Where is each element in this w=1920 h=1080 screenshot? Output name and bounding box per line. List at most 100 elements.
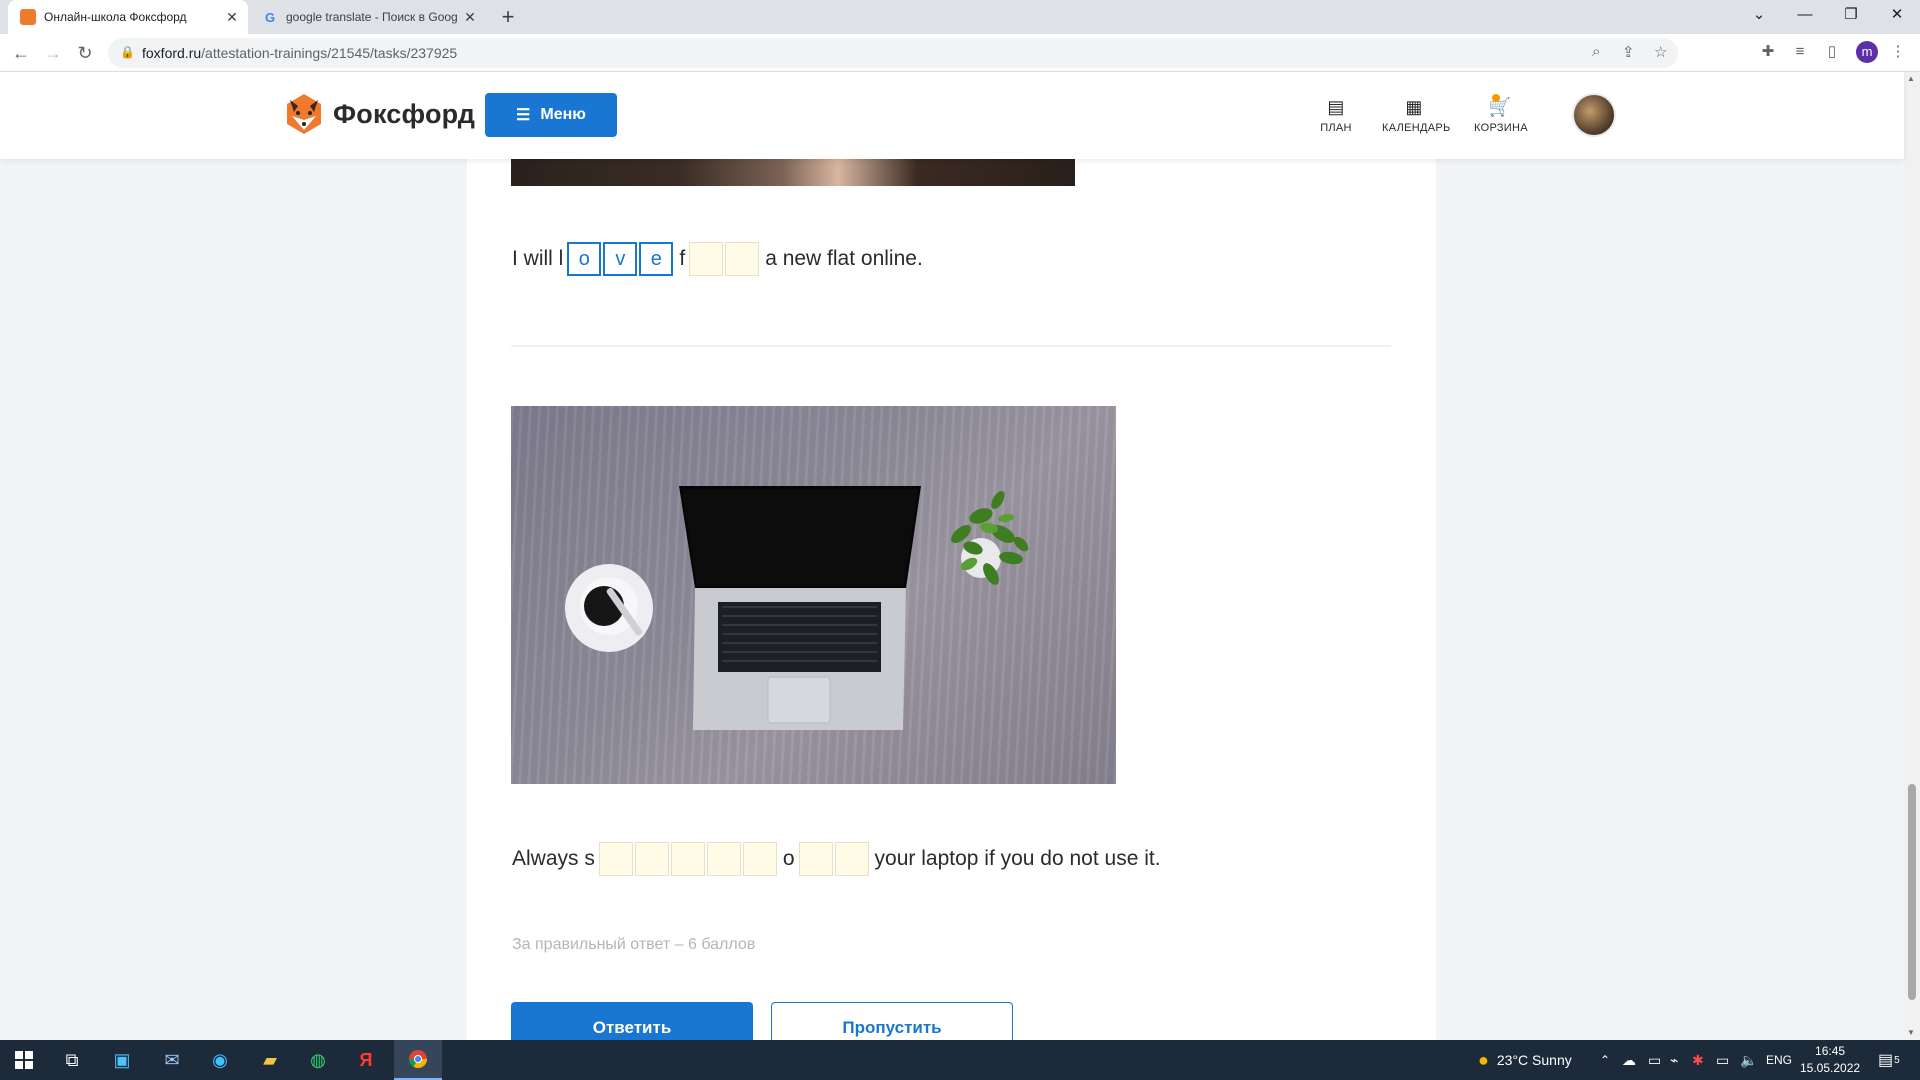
- mail-icon[interactable]: ✉: [148, 1040, 196, 1080]
- forward-icon[interactable]: →: [40, 40, 66, 66]
- profile-avatar[interactable]: m: [1856, 41, 1878, 63]
- whatsapp-icon[interactable]: ◍: [294, 1040, 342, 1080]
- laptop-desk-illustration: [565, 486, 1029, 730]
- side-panel-icon[interactable]: ▯: [1820, 40, 1844, 64]
- chrome-menu-icon[interactable]: ⋮: [1886, 40, 1910, 64]
- file-explorer-icon[interactable]: ▰: [246, 1040, 294, 1080]
- letter-cell[interactable]: [598, 842, 633, 876]
- weather-widget[interactable]: ● 23°C Sunny: [1478, 1040, 1572, 1080]
- reload-icon[interactable]: ↻: [72, 40, 98, 66]
- points-note: За правильный ответ – 6 баллов: [512, 936, 756, 953]
- task-divider: [511, 345, 1391, 347]
- clock-time: 16:45: [1815, 1044, 1846, 1058]
- tab-title: Онлайн-школа Фоксфорд: [44, 10, 187, 24]
- share-icon[interactable]: ⇪: [1622, 43, 1635, 61]
- edge-icon[interactable]: ◉: [196, 1040, 244, 1080]
- fox-favicon-icon: [20, 9, 36, 25]
- network-icon[interactable]: ▭: [1716, 1040, 1729, 1080]
- list-menu-icon: ☰: [516, 107, 531, 124]
- plan-icon: ▤: [1327, 97, 1345, 117]
- clock[interactable]: 16:45 15.05.2022: [1800, 1043, 1860, 1077]
- lock-icon: 🔒: [120, 45, 135, 59]
- cart-icon: 🛒: [1474, 94, 1526, 118]
- letter-cell[interactable]: [689, 242, 724, 276]
- letter-cell[interactable]: o: [567, 242, 602, 276]
- close-tab-icon[interactable]: ✕: [222, 9, 242, 26]
- bookmark-star-icon[interactable]: ☆: [1654, 43, 1667, 61]
- minimize-icon[interactable]: —: [1782, 0, 1828, 30]
- tab-search-icon[interactable]: ⌄: [1736, 0, 1782, 30]
- clock-date: 15.05.2022: [1800, 1061, 1861, 1075]
- skip-button[interactable]: Пропустить: [771, 1002, 1013, 1040]
- language-indicator[interactable]: ENG: [1766, 1040, 1792, 1080]
- tab-foxford[interactable]: Онлайн-школа Фоксфорд ✕: [8, 0, 248, 34]
- task1-word2-prefix: f: [679, 247, 686, 270]
- scrollbar-thumb[interactable]: [1908, 784, 1916, 1000]
- nav-calendar[interactable]: ▦ КАЛЕНДАРЬ: [1382, 96, 1451, 134]
- weather-text: 23°C Sunny: [1496, 1052, 1572, 1068]
- security-icon[interactable]: ✱: [1692, 1040, 1704, 1080]
- scroll-down-icon[interactable]: ▼: [1907, 1028, 1915, 1037]
- previous-task-image: [511, 159, 1075, 186]
- nav-calendar-label: КАЛЕНДАРЬ: [1382, 122, 1451, 134]
- sun-icon: ●: [1478, 1049, 1489, 1070]
- media-control-icon[interactable]: ≡: [1788, 40, 1812, 64]
- letter-cell[interactable]: [725, 242, 760, 276]
- device-icon[interactable]: ▭: [1648, 1040, 1661, 1080]
- zoom-icon[interactable]: ⌕: [1592, 43, 1600, 60]
- nav-plan[interactable]: ▤ ПЛАН: [1318, 96, 1354, 134]
- new-tab-icon[interactable]: +: [496, 5, 520, 29]
- letter-cell[interactable]: [798, 842, 833, 876]
- address-bar[interactable]: 🔒 foxford.ru/attestation-trainings/21545…: [108, 38, 1678, 68]
- usb-icon[interactable]: ⌁: [1670, 1040, 1678, 1080]
- notification-count: 5: [1894, 1054, 1900, 1066]
- fox-logo-icon: [287, 94, 321, 134]
- task2-word2-prefix: o: [782, 847, 795, 870]
- tab-google-translate[interactable]: G google translate - Поиск в Goog ✕: [250, 0, 486, 34]
- close-tab-icon[interactable]: ✕: [460, 9, 480, 26]
- chrome-icon[interactable]: [394, 1040, 442, 1080]
- yandex-icon[interactable]: Я: [342, 1040, 390, 1080]
- show-hidden-icons[interactable]: ⌃: [1600, 1040, 1610, 1080]
- notifications-icon[interactable]: ▤ 5: [1878, 1040, 1900, 1080]
- nav-cart-label: КОРЗИНА: [1474, 122, 1528, 134]
- store-icon[interactable]: ▣: [98, 1040, 146, 1080]
- browser-tab-bar: Онлайн-школа Фоксфорд ✕ G google transla…: [0, 0, 1920, 34]
- task2-prefix: Always s: [512, 847, 595, 870]
- page-viewport: I will l o v e f a new flat online. Alwa…: [0, 72, 1920, 1040]
- browser-toolbar: ← → ↻ 🔒 foxford.ru/attestation-trainings…: [0, 34, 1920, 72]
- user-avatar[interactable]: [1572, 93, 1616, 137]
- cart-badge: [1492, 94, 1500, 102]
- onedrive-icon[interactable]: ☁: [1622, 1040, 1636, 1080]
- extensions-icon[interactable]: ✚: [1756, 40, 1780, 64]
- foxford-logo[interactable]: Фоксфорд: [285, 92, 475, 136]
- close-window-icon[interactable]: ✕: [1874, 0, 1920, 30]
- windows-taskbar: ⧉ ▣ ✉ ◉ ▰ ◍ Я ● 23°C Sunny ⌃ ☁ ▭ ⌁ ✱ ▭ 🔈…: [0, 1040, 1920, 1080]
- letter-cell[interactable]: [670, 842, 705, 876]
- page-scrollbar[interactable]: ▲ ▼: [1904, 72, 1920, 1040]
- letter-cell[interactable]: [706, 842, 741, 876]
- letter-cell[interactable]: v: [603, 242, 638, 276]
- scroll-up-icon[interactable]: ▲: [1907, 74, 1915, 83]
- answer-button[interactable]: Ответить: [511, 1002, 753, 1040]
- letter-cell[interactable]: [834, 842, 869, 876]
- tab-title: google translate - Поиск в Goog: [286, 10, 458, 24]
- task1-sentence: I will l o v e f a new flat online.: [512, 242, 927, 276]
- volume-icon[interactable]: 🔈: [1740, 1040, 1757, 1080]
- letter-cell[interactable]: e: [639, 242, 674, 276]
- task1-suffix: a new flat online.: [765, 247, 923, 270]
- task-view-icon[interactable]: ⧉: [48, 1040, 96, 1080]
- nav-cart[interactable]: 🛒 КОРЗИНА: [1474, 94, 1528, 134]
- menu-button[interactable]: ☰ Меню: [485, 93, 617, 137]
- calendar-icon: ▦: [1405, 97, 1423, 117]
- letter-cell[interactable]: [742, 842, 777, 876]
- logo-text: Фоксфорд: [333, 98, 476, 129]
- task2-sentence: Always s o your laptop if you do not use…: [512, 842, 1165, 876]
- url-text: foxford.ru/attestation-trainings/21545/t…: [142, 45, 458, 61]
- windows-start-icon[interactable]: [0, 1040, 48, 1080]
- task2-suffix: your laptop if you do not use it.: [874, 847, 1161, 870]
- letter-cell[interactable]: [634, 842, 669, 876]
- nav-plan-label: ПЛАН: [1320, 122, 1352, 134]
- back-icon[interactable]: ←: [8, 40, 34, 66]
- restore-icon[interactable]: ❐: [1828, 0, 1874, 30]
